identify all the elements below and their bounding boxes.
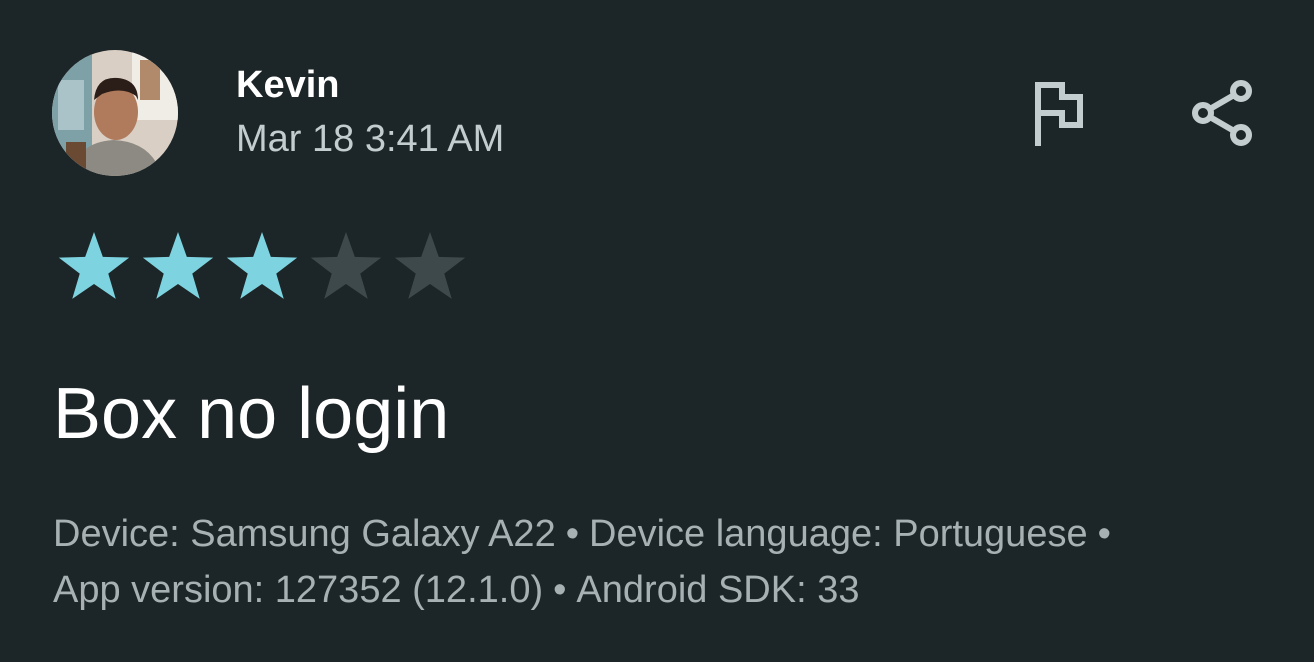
device-info: Device: Samsung Galaxy A22 • Device langua… xyxy=(53,506,1283,618)
app-version: App version: 127352 (12.1.0) xyxy=(53,569,544,611)
star-icon-5 xyxy=(392,230,468,302)
star-icon-4 xyxy=(308,230,384,302)
avatar[interactable] xyxy=(52,50,178,176)
separator-dot: • xyxy=(1097,513,1111,555)
flag-button[interactable] xyxy=(1019,73,1099,153)
review-date: Mar 18 3:41 AM xyxy=(236,118,505,160)
separator-dot: • xyxy=(565,513,580,555)
star-icon-1 xyxy=(56,230,132,302)
star-rating xyxy=(56,230,468,302)
avatar-photo xyxy=(52,50,178,176)
share-button[interactable] xyxy=(1182,73,1262,153)
device-language: Device language: Portuguese xyxy=(589,513,1088,555)
separator-dot: • xyxy=(553,569,567,611)
star-icon-3 xyxy=(224,230,300,302)
share-icon xyxy=(1192,80,1252,146)
star-icon-2 xyxy=(140,230,216,302)
device-info-line-1: Device: Samsung Galaxy A22 • Device langua… xyxy=(53,506,1283,562)
review-title: Box no login xyxy=(53,374,450,454)
flag-icon xyxy=(1035,82,1083,146)
review-card: Kevin Mar 18 3:41 AM Box no login Device… xyxy=(0,0,1314,662)
device-model: Device: Samsung Galaxy A22 xyxy=(53,513,556,555)
android-sdk: Android SDK: 33 xyxy=(576,569,860,611)
device-info-line-2: App version: 127352 (12.1.0) • Android SDK… xyxy=(53,562,1283,618)
author-name: Kevin xyxy=(236,64,340,106)
